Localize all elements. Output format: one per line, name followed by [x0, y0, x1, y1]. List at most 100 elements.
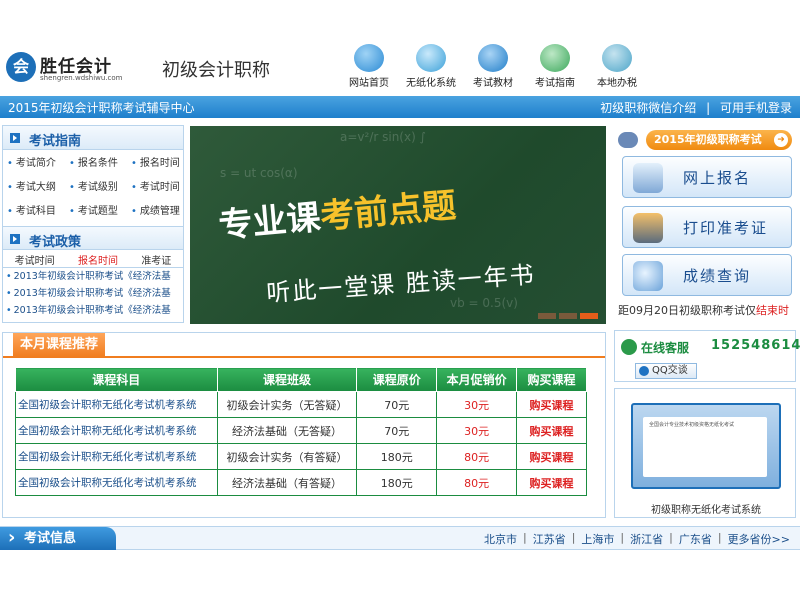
- course-price: 70元: [356, 391, 438, 418]
- qq-chat-button[interactable]: QQ交谈: [635, 363, 697, 379]
- logo-mark-icon: 会: [6, 52, 36, 82]
- left-panel: 考试指南 考试简介 报名条件 报名时间 考试大纲 考试级别 考试时间 考试科目 …: [2, 125, 184, 323]
- table-row: 全国初级会计职称无纸化考试机考系统 初级会计实务（无答疑） 70元 30元 购买…: [15, 391, 587, 418]
- tab-registration-time[interactable]: 报名时间: [78, 252, 118, 267]
- print-admission-button[interactable]: 打印准考证: [622, 206, 792, 248]
- guide-link[interactable]: 考试时间: [131, 178, 189, 202]
- region-link[interactable]: 江苏省: [533, 531, 566, 547]
- nav-label: 无纸化系统: [406, 78, 456, 89]
- guide-link[interactable]: 考试科目: [7, 202, 69, 226]
- book-icon: [478, 44, 508, 72]
- nav-nopaper-system[interactable]: 无纸化系统: [400, 44, 462, 92]
- course-price: 70元: [356, 417, 438, 444]
- separator: |: [620, 531, 625, 544]
- column-header: 课程原价: [356, 367, 438, 392]
- column-header: 课程科目: [15, 367, 218, 392]
- online-registration-button[interactable]: 网上报名: [622, 156, 792, 198]
- course-class: 初级会计实务（无答疑）: [216, 391, 358, 418]
- buy-course-link[interactable]: 购买课程: [516, 443, 587, 470]
- score-query-button[interactable]: 成绩查询: [622, 254, 792, 296]
- exam-badge-label: 2015年初级职称考试: [654, 133, 762, 146]
- policy-item[interactable]: 2013年初级会计职称考试《经济法基: [3, 285, 183, 302]
- separator: |: [717, 531, 722, 544]
- course-tab[interactable]: 本月课程推荐: [13, 333, 105, 357]
- table-row: 全国初级会计职称无纸化考试机考系统 经济法基础（有答疑） 180元 80元 购买…: [15, 469, 587, 496]
- course-class: 经济法基础（有答疑）: [216, 469, 358, 496]
- region-link[interactable]: 上海市: [581, 531, 614, 547]
- promo-banner[interactable]: a=v²/r sin(x) ∫ s = ut cos(α) vb = 0.5(v…: [190, 126, 606, 324]
- course-subject[interactable]: 全国初级会计职称无纸化考试机考系统: [15, 391, 218, 418]
- region-link[interactable]: 北京市: [484, 531, 517, 547]
- nav-label: 网站首页: [349, 78, 389, 89]
- course-price: 180元: [356, 469, 438, 496]
- chalk-decoration: vb = 0.5(v): [450, 296, 518, 310]
- guide-title: 考试指南: [29, 134, 82, 149]
- policy-tabs: 考试时间 报名时间 准考证: [3, 250, 183, 268]
- chat-bubble-icon: [618, 132, 638, 148]
- policy-item[interactable]: 2013年初级会计职称考试《经济法基: [3, 302, 183, 319]
- buy-course-link[interactable]: 购买课程: [516, 417, 587, 444]
- course-subject[interactable]: 全国初级会计职称无纸化考试机考系统: [15, 469, 218, 496]
- banner-pager: [535, 313, 598, 319]
- button-label: 网上报名: [683, 169, 752, 187]
- registration-icon: [633, 163, 663, 193]
- guide-link[interactable]: 报名条件: [69, 154, 131, 178]
- banner-headline-white: 专业课: [217, 197, 323, 247]
- guide-link[interactable]: 考试级别: [69, 178, 131, 202]
- table-header-row: 课程科目 课程班级 课程原价 本月促销价 购买课程: [15, 367, 587, 392]
- customer-service: 在线客服 15254861417 QQ交谈: [614, 330, 800, 382]
- course-table: 课程科目 课程班级 课程原价 本月促销价 购买课程 全国初级会计职称无纸化考试机…: [15, 367, 587, 496]
- table-row: 全国初级会计职称无纸化考试机考系统 经济法基础（无答疑） 70元 30元 购买课…: [15, 417, 587, 444]
- column-header: 本月促销价: [436, 367, 518, 392]
- tab-exam-time[interactable]: 考试时间: [15, 252, 55, 267]
- course-sale-price: 30元: [436, 391, 518, 418]
- course-subject[interactable]: 全国初级会计职称无纸化考试机考系统: [15, 417, 218, 444]
- guide-link[interactable]: 成绩管理: [131, 202, 189, 226]
- tab-admission-ticket[interactable]: 准考证: [141, 252, 171, 267]
- home-icon: [354, 44, 384, 72]
- nav-label: 考试指南: [535, 78, 575, 89]
- nav-label: 考试教材: [473, 78, 513, 89]
- guide-link[interactable]: 考试大纲: [7, 178, 69, 202]
- exam-countdown: 距09月20日初级职称考试仅结束时: [618, 302, 789, 318]
- guide-links: 考试简介 报名条件 报名时间 考试大纲 考试级别 考试时间 考试科目 考试题型 …: [3, 150, 183, 226]
- pager-dot[interactable]: [538, 313, 556, 319]
- countdown-status: 结束时: [756, 304, 789, 317]
- policy-header: 考试政策: [3, 226, 183, 250]
- chalk-decoration: a=v²/r sin(x) ∫: [340, 130, 426, 144]
- pager-dot[interactable]: [559, 313, 577, 319]
- policy-item[interactable]: 2013年初级会计职称考试《经济法基: [3, 268, 183, 285]
- table-row: 全国初级会计职称无纸化考试机考系统 初级会计实务（有答疑） 180元 80元 购…: [15, 443, 587, 470]
- exam-badge[interactable]: 2015年初级职称考试 ➜: [646, 130, 792, 150]
- region-link[interactable]: 广东省: [679, 531, 712, 547]
- nopaper-exam-system[interactable]: 全国会计专业技术初级资格无纸化考试 初级职称无纸化考试系统: [614, 388, 796, 518]
- printer-icon: [633, 213, 663, 243]
- region-link[interactable]: 浙江省: [630, 531, 663, 547]
- wechat-intro-link[interactable]: 初级职称微信介绍: [600, 101, 696, 115]
- nav-exam-guide[interactable]: 考试指南: [524, 44, 586, 92]
- course-subject[interactable]: 全国初级会计职称无纸化考试机考系统: [15, 443, 218, 470]
- nav-home[interactable]: 网站首页: [338, 44, 400, 92]
- course-price: 180元: [356, 443, 438, 470]
- buy-course-link[interactable]: 购买课程: [516, 391, 587, 418]
- arrow-right-icon: ➜: [774, 133, 788, 147]
- site-logo[interactable]: 会 胜任会计 shengren.wdshiwu.com: [6, 52, 123, 86]
- guide-link[interactable]: 报名时间: [131, 154, 189, 178]
- nav-textbooks[interactable]: 考试教材: [462, 44, 524, 92]
- buy-course-link[interactable]: 购买课程: [516, 469, 587, 496]
- service-phone: 15254861417: [711, 338, 800, 353]
- course-recommendations: 本月课程推荐 课程科目 课程班级 课程原价 本月促销价 购买课程 全国初级会计职…: [2, 332, 606, 518]
- guide-link[interactable]: 考试简介: [7, 154, 69, 178]
- arrow-icon: [10, 234, 20, 244]
- mobile-login-link[interactable]: 可用手机登录: [720, 101, 792, 115]
- banner-headline: 专业课考前点题: [216, 178, 458, 248]
- pager-dot-active[interactable]: [580, 313, 598, 319]
- policy-title: 考试政策: [29, 235, 82, 250]
- nav-local-tax[interactable]: 本地办税: [586, 44, 648, 92]
- service-label: 在线客服: [641, 341, 690, 355]
- guide-link[interactable]: 考试题型: [69, 202, 131, 226]
- separator: |: [522, 531, 527, 544]
- magnifier-icon: [633, 261, 663, 291]
- exam-info-tab[interactable]: 考试信息: [0, 526, 116, 550]
- more-regions-link[interactable]: 更多省份>>: [728, 531, 790, 547]
